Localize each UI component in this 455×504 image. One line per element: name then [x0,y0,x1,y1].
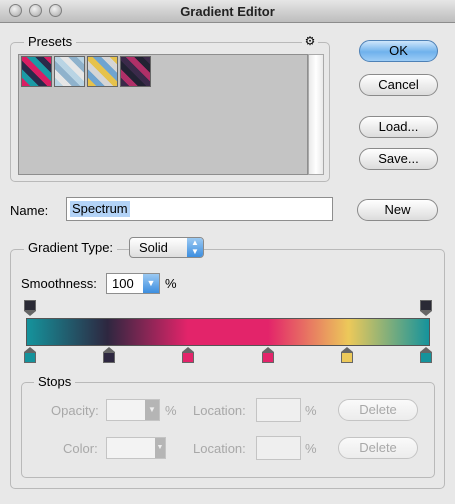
opacity-location-unit: % [305,403,317,418]
color-arrow-icon[interactable]: ▼ [155,438,165,458]
presets-label: Presets [24,34,77,49]
gradient-type-label: Gradient Type: [24,240,118,255]
smoothness-unit: % [165,276,177,291]
opacity-unit: % [165,403,177,418]
color-location-field[interactable] [256,436,301,460]
color-stop-marker[interactable] [24,347,36,363]
opacity-stop-marker[interactable] [24,300,36,316]
presets-list[interactable] [18,54,308,175]
color-label: Color: [63,441,98,456]
title-bar: Gradient Editor [0,0,455,23]
preset-swatch-stripes-light-blue[interactable] [54,56,85,87]
gradient-bar[interactable] [26,318,430,346]
load-button[interactable]: Load... [359,116,438,138]
smoothness-label: Smoothness: [21,276,97,291]
opacity-location-label: Location: [193,403,246,418]
color-swatch-picker[interactable]: ▼ [106,437,166,459]
color-stop-marker[interactable] [182,347,195,363]
delete-color-stop-button[interactable]: Delete [338,437,418,459]
color-stop-marker[interactable] [340,347,353,363]
gradient-type-select[interactable]: Solid ▲ ▼ [129,237,204,258]
preset-swatch-stripes-dark-pink[interactable] [120,56,151,87]
opacity-label: Opacity: [51,403,99,418]
smoothness-combo[interactable]: 100 ▼ [106,273,160,294]
stops-group [21,382,435,478]
gear-icon[interactable]: ⚙ [302,34,318,48]
opacity-stop-marker[interactable] [420,300,432,316]
preset-swatch-stripes-yellow-blue[interactable] [87,56,118,87]
smoothness-value: 100 [112,276,134,291]
opacity-location-field[interactable] [256,398,301,422]
name-field[interactable]: Spectrum [66,197,333,221]
color-location-unit: % [305,441,317,456]
ok-button[interactable]: OK [359,40,438,62]
up-down-arrows-icon: ▲ ▼ [187,238,203,257]
color-stop-track[interactable] [21,347,435,367]
stops-label: Stops [34,374,76,389]
new-button[interactable]: New [357,199,438,221]
color-stop-marker[interactable] [420,347,432,363]
opacity-arrow-icon[interactable]: ▼ [145,400,159,420]
opacity-stop-track[interactable] [21,300,435,317]
gradient-type-value: Solid [139,240,168,255]
chevron-down-icon[interactable]: ▼ [143,274,159,293]
color-stop-marker[interactable] [261,347,274,363]
preset-swatch-stripes-pink-teal[interactable] [21,56,52,87]
cancel-button[interactable]: Cancel [359,74,438,96]
opacity-field[interactable]: ▼ [106,399,160,421]
color-stop-marker[interactable] [103,347,116,363]
name-value: Spectrum [70,201,130,217]
delete-opacity-stop-button[interactable]: Delete [338,399,418,421]
window-title: Gradient Editor [180,4,275,19]
presets-scrollbar[interactable] [308,54,324,175]
name-label: Name: [10,203,49,218]
color-location-label: Location: [193,441,246,456]
save-button[interactable]: Save... [359,148,438,170]
